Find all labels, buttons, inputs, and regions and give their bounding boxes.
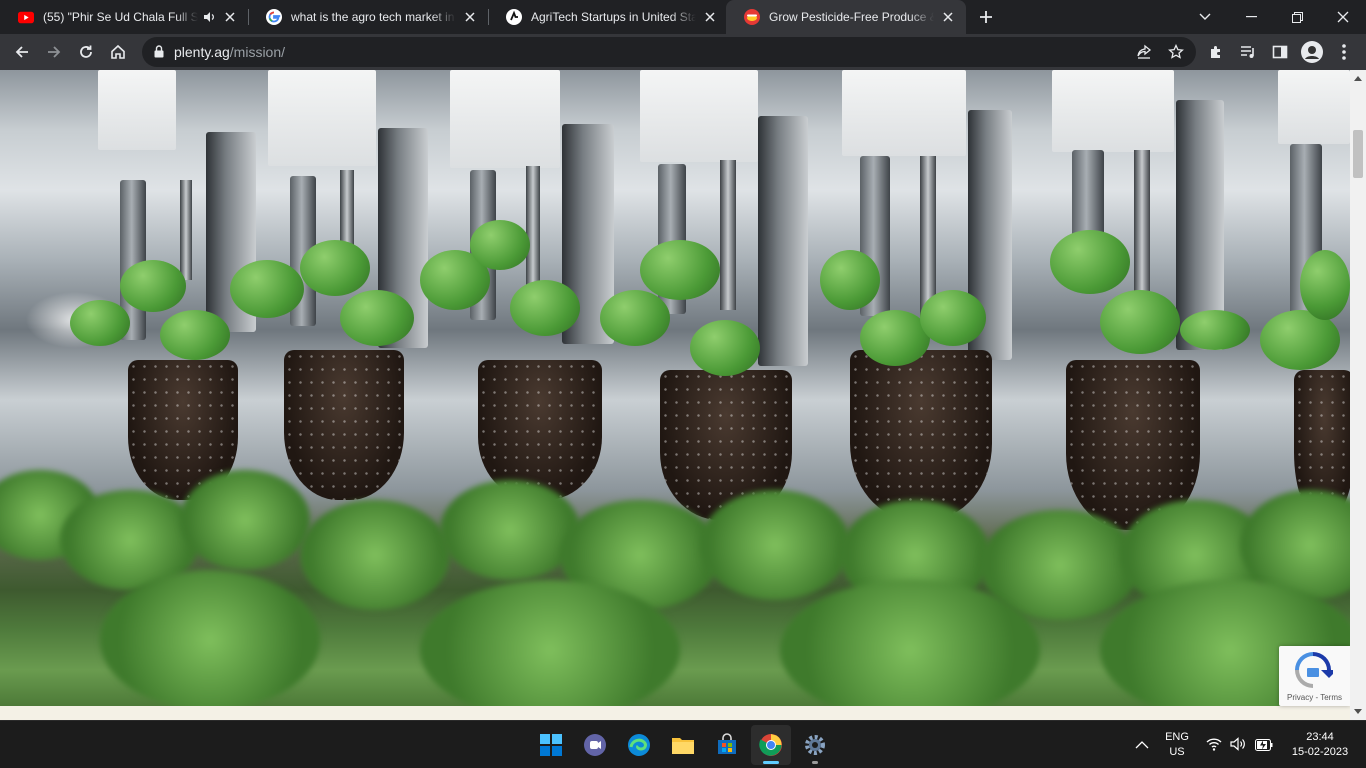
- battery-icon[interactable]: [1255, 738, 1273, 756]
- edge-button[interactable]: [619, 725, 659, 765]
- recaptcha-badge[interactable]: Privacy - Terms: [1279, 646, 1350, 706]
- scroll-up-arrow[interactable]: [1354, 76, 1362, 81]
- clock-date: 15-02-2023: [1291, 746, 1349, 758]
- tab-plenty[interactable]: Grow Pesticide-Free Produce & M: [726, 0, 966, 34]
- home-icon: [111, 44, 125, 59]
- recaptcha-icon: [1295, 652, 1333, 688]
- share-icon[interactable]: [1136, 44, 1152, 65]
- scrollbar-thumb[interactable]: [1353, 130, 1363, 178]
- chrome-icon: [759, 734, 782, 756]
- page-viewport: [0, 70, 1350, 720]
- restore-icon: [1291, 11, 1303, 23]
- recaptcha-terms[interactable]: Privacy - Terms: [1279, 693, 1350, 702]
- plenty-icon: [744, 9, 760, 25]
- settings-icon: [805, 735, 825, 755]
- bookmark-star-icon[interactable]: [1168, 43, 1184, 65]
- tab-google-search[interactable]: what is the agro tech market in in: [248, 0, 488, 34]
- playlist-icon: [1241, 46, 1254, 58]
- scroll-down-arrow[interactable]: [1354, 709, 1362, 714]
- start-icon: [540, 734, 562, 756]
- media-control-button[interactable]: [1234, 38, 1262, 66]
- minimize-icon: [1245, 16, 1257, 18]
- teams-chat-button[interactable]: [575, 725, 615, 765]
- back-button[interactable]: [8, 38, 36, 66]
- region-code: US: [1169, 746, 1185, 758]
- edge-icon: [628, 734, 650, 756]
- reload-icon: [80, 45, 92, 58]
- volume-icon[interactable]: [1230, 737, 1246, 756]
- side-panel-button[interactable]: [1266, 38, 1294, 66]
- chrome-button[interactable]: [751, 725, 791, 765]
- minimize-button[interactable]: [1228, 0, 1274, 34]
- running-indicator: [812, 761, 818, 764]
- page-scrollbar[interactable]: [1350, 70, 1366, 720]
- store-button[interactable]: [707, 725, 747, 765]
- tab-title: what is the agro tech market in in: [291, 10, 456, 24]
- active-indicator: [763, 761, 779, 764]
- youtube-icon: [18, 9, 34, 25]
- close-tab-icon[interactable]: [702, 9, 718, 25]
- wifi-icon[interactable]: [1206, 737, 1222, 756]
- file-explorer-icon: [672, 738, 694, 754]
- address-bar[interactable]: plenty.ag/mission/: [142, 37, 1196, 67]
- close-icon: [1337, 11, 1349, 23]
- settings-button[interactable]: [795, 725, 835, 765]
- chevron-down-icon: [1199, 13, 1211, 20]
- url-domain: plenty.ag: [174, 44, 230, 60]
- arrow-left-icon: [15, 46, 28, 58]
- plus-icon: [980, 11, 992, 23]
- close-tab-icon[interactable]: [940, 9, 956, 25]
- more-vertical-icon: [1342, 44, 1346, 60]
- soil-plug: [478, 360, 602, 500]
- speaker-icon[interactable]: [202, 10, 216, 24]
- close-tab-icon[interactable]: [222, 9, 238, 25]
- browser-toolbar: plenty.ag/mission/: [0, 34, 1366, 70]
- home-button[interactable]: [104, 38, 132, 66]
- side-panel-icon: [1272, 45, 1288, 59]
- url-text: plenty.ag/mission/: [174, 44, 285, 60]
- hero-image: [0, 70, 1350, 720]
- teams-chat-icon: [584, 734, 606, 756]
- windows-taskbar: ENG US 23:44 15-02-2023: [0, 720, 1366, 768]
- soil-plug: [850, 350, 992, 520]
- tab-title: Grow Pesticide-Free Produce & M: [769, 10, 934, 24]
- restore-button[interactable]: [1274, 0, 1320, 34]
- clock[interactable]: 23:44 15-02-2023: [1282, 730, 1358, 760]
- reload-button[interactable]: [72, 38, 100, 66]
- page-section-divider: [0, 706, 1350, 720]
- clock-time: 23:44: [1306, 731, 1334, 743]
- puzzle-icon: [1211, 46, 1220, 58]
- url-path: /mission/: [229, 44, 286, 60]
- chevron-up-icon: [1135, 741, 1149, 749]
- lock-icon[interactable]: [154, 45, 164, 58]
- language-indicator[interactable]: ENG US: [1160, 730, 1194, 760]
- close-tab-icon[interactable]: [462, 9, 478, 25]
- chrome-menu-button[interactable]: [1330, 38, 1358, 66]
- arrow-right-icon: [48, 46, 61, 58]
- profile-avatar[interactable]: [1298, 38, 1326, 66]
- forward-button[interactable]: [40, 38, 68, 66]
- tab-strip: (55) "Phir Se Ud Chala Full So what is t…: [0, 0, 1366, 34]
- new-tab-button[interactable]: [976, 7, 996, 27]
- file-explorer-button[interactable]: [663, 725, 703, 765]
- soil-plug: [284, 350, 404, 500]
- tab-title: (55) "Phir Se Ud Chala Full So: [43, 10, 198, 24]
- tab-agritech-startups[interactable]: AgriTech Startups in United States: [488, 0, 728, 34]
- tab-search-button[interactable]: [1182, 0, 1228, 34]
- show-hidden-icons-button[interactable]: [1135, 737, 1149, 755]
- store-icon: [718, 733, 736, 754]
- google-icon: [266, 9, 282, 25]
- close-window-button[interactable]: [1320, 0, 1366, 34]
- avatar-icon: [1301, 41, 1323, 63]
- site-icon: [506, 9, 522, 25]
- start-button[interactable]: [531, 725, 571, 765]
- extensions-button[interactable]: [1202, 38, 1230, 66]
- tab-youtube[interactable]: (55) "Phir Se Ud Chala Full So: [0, 0, 248, 34]
- language-code: ENG: [1165, 731, 1189, 743]
- tab-title: AgriTech Startups in United States: [531, 10, 696, 24]
